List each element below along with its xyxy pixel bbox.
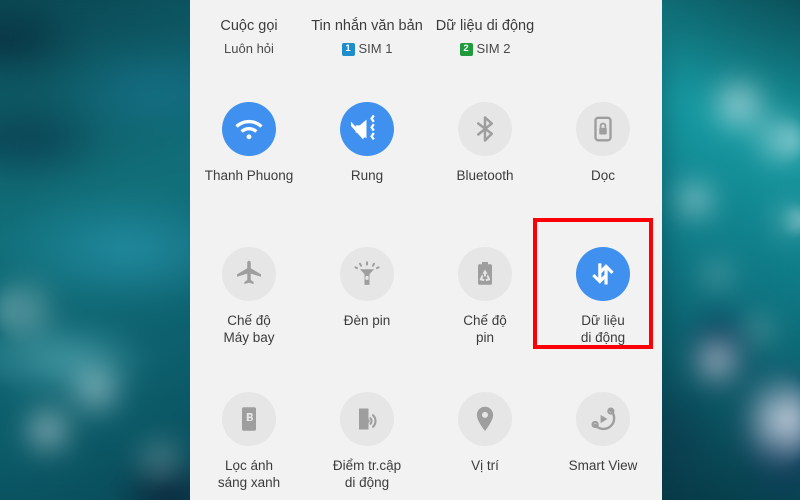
vibrate-icon [340, 102, 394, 156]
header-subtitle-mobile-data-text: SIM 2 [476, 41, 511, 56]
header-title-mobile-data: Dữ liệu di động [435, 18, 535, 34]
header-title-calls: Cuộc gọi [220, 18, 278, 34]
tile-label-battery-saver: Chế độ pin [463, 313, 507, 345]
tile-label-smart-view: Smart View [568, 458, 638, 473]
tile-label-bluetooth: Bluetooth [456, 168, 514, 183]
header-title-text-messages: Tin nhắn văn bản [311, 18, 423, 34]
location-pin-icon [458, 392, 512, 446]
tile-label-screen-lock-rotation: Dọc [590, 168, 615, 183]
tile-smart-view[interactable]: Smart View [544, 385, 662, 500]
tile-label-vibrate: Rung [350, 168, 384, 183]
mobile-data-icon [576, 247, 630, 301]
smart-view-icon [576, 392, 630, 446]
header-subtitle-calls: Luôn hỏi [192, 40, 306, 58]
tile-bluetooth[interactable]: Bluetooth [426, 95, 544, 240]
tile-mobile-data[interactable]: Dữ liệu di động [544, 240, 662, 385]
header-subtitle-calls-text: Luôn hỏi [224, 41, 274, 56]
sim2-badge-icon: 2 [459, 42, 473, 56]
tile-wifi[interactable]: Thanh Phuong [190, 95, 308, 240]
tile-label-mobile-hotspot: Điểm tr.cập di động [332, 458, 402, 490]
header-subtitle-mobile-data: 2 SIM 2 [428, 40, 542, 58]
sim1-badge-icon: 1 [341, 42, 355, 56]
mobile-hotspot-icon [340, 392, 394, 446]
tile-label-wifi: Thanh Phuong [204, 168, 294, 183]
header-cell-text-messages[interactable]: Tin nhắn văn bản 1 SIM 1 [308, 16, 426, 58]
tile-battery-saver[interactable]: Chế độ pin [426, 240, 544, 385]
header-subtitle-text-messages: 1 SIM 1 [310, 40, 424, 58]
sim-header-row: Cuộc gọi Luôn hỏi Tin nhắn văn bản 1 SIM… [190, 0, 662, 58]
tile-screen-lock-rotation[interactable]: Dọc [544, 95, 662, 240]
header-subtitle-text-messages-text: SIM 1 [358, 41, 393, 56]
tile-label-location: Vị trí [471, 458, 499, 473]
bluetooth-icon [458, 102, 512, 156]
blue-light-filter-icon [222, 392, 276, 446]
quick-settings-panel: Cuộc gọi Luôn hỏi Tin nhắn văn bản 1 SIM… [190, 0, 662, 500]
tile-label-mobile-data: Dữ liệu di động [580, 313, 626, 345]
wifi-icon [222, 102, 276, 156]
tile-label-blue-light-filter: Lọc ánh sáng xanh [217, 458, 281, 490]
quick-settings-tile-grid: Thanh Phuong Rung Bluetooth Dọc Chế độ M… [190, 95, 662, 500]
tile-mobile-hotspot[interactable]: Điểm tr.cập di động [308, 385, 426, 500]
header-cell-calls[interactable]: Cuộc gọi Luôn hỏi [190, 16, 308, 58]
tile-blue-light-filter[interactable]: Lọc ánh sáng xanh [190, 385, 308, 500]
tile-row: Chế độ Máy bay Đèn pin Chế độ pin Dữ liệ… [190, 240, 662, 385]
tile-label-flashlight: Đèn pin [343, 313, 391, 328]
tile-location[interactable]: Vị trí [426, 385, 544, 500]
tile-row: Lọc ánh sáng xanh Điểm tr.cập di động Vị… [190, 385, 662, 500]
tile-label-airplane-mode: Chế độ Máy bay [223, 313, 275, 345]
tile-flashlight[interactable]: Đèn pin [308, 240, 426, 385]
airplane-icon [222, 247, 276, 301]
tile-row: Thanh Phuong Rung Bluetooth Dọc [190, 95, 662, 240]
screen-lock-rotation-icon [576, 102, 630, 156]
header-cell-mobile-data[interactable]: Dữ liệu di động 2 SIM 2 [426, 16, 544, 58]
flashlight-icon [340, 247, 394, 301]
tile-airplane-mode[interactable]: Chế độ Máy bay [190, 240, 308, 385]
battery-saver-icon [458, 247, 512, 301]
tile-vibrate[interactable]: Rung [308, 95, 426, 240]
